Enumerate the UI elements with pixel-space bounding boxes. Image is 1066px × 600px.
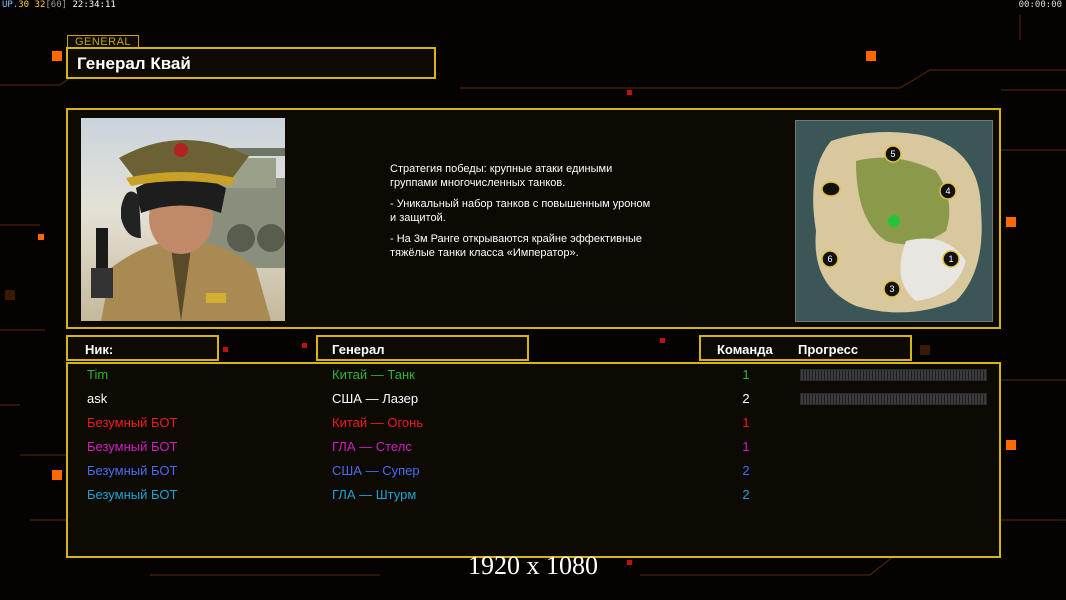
spawn-label: 5 bbox=[890, 149, 895, 159]
player-general[interactable]: США — Супер bbox=[332, 463, 420, 478]
player-nick: Безумный БОТ bbox=[87, 415, 178, 430]
spawn-label: 3 bbox=[889, 284, 894, 294]
spawn-label: 1 bbox=[948, 254, 953, 264]
player-team[interactable]: 1 bbox=[738, 367, 754, 382]
player-team[interactable]: 1 bbox=[738, 439, 754, 454]
player-row[interactable]: Tim Китай — Танк 1 bbox=[68, 364, 999, 388]
player-general[interactable]: ГЛА — Стелс bbox=[332, 439, 412, 454]
spawn-label: 4 bbox=[945, 186, 950, 196]
resolution-label: 1920 x 1080 bbox=[468, 551, 598, 580]
progress-bar bbox=[800, 369, 987, 381]
player-row[interactable]: ask США — Лазер 2 bbox=[68, 388, 999, 412]
player-list: Tim Китай — Танк 1 ask США — Лазер 2 Безумный … bbox=[66, 362, 1001, 558]
general-description: Стратегия победы: крупные атаки едиными … bbox=[390, 162, 720, 267]
status-bar: UP.30 32[60] 22:34:11 00:00:00 bbox=[0, 0, 1066, 12]
description-line: - На 3м Ранге открываются крайне эффекти… bbox=[390, 233, 643, 259]
player-general[interactable]: ГЛА — Штурм bbox=[332, 487, 416, 502]
spawn-label: 6 bbox=[827, 254, 832, 264]
header-progress: Прогресс bbox=[798, 342, 859, 357]
player-general[interactable]: США — Лазер bbox=[332, 391, 418, 406]
map-preview: 5 4 6 1 3 bbox=[795, 120, 993, 322]
player-team[interactable]: 2 bbox=[738, 487, 754, 502]
header-general: Генерал bbox=[316, 335, 529, 361]
player-row[interactable]: Безумный БОТ Китай — Огонь 1 bbox=[68, 412, 999, 436]
general-title-box: Генерал Квай bbox=[66, 47, 436, 79]
match-timer: 00:00:00 bbox=[1018, 0, 1062, 10]
progress-bar bbox=[800, 393, 987, 405]
player-team[interactable]: 1 bbox=[738, 415, 754, 430]
player-nick: Безумный БОТ bbox=[87, 439, 178, 454]
player-general[interactable]: Китай — Огонь bbox=[332, 415, 423, 430]
fps-counter: UP.30 32[60] 22:34:11 bbox=[2, 0, 116, 10]
player-row[interactable]: Безумный БОТ ГЛА — Стелс 1 bbox=[68, 436, 999, 460]
player-nick: Безумный БОТ bbox=[87, 463, 178, 478]
general-name: Генерал Квай bbox=[77, 54, 191, 73]
player-nick: ask bbox=[87, 391, 108, 406]
header-team: Команда bbox=[717, 342, 773, 357]
header-nick: Ник: bbox=[66, 335, 219, 361]
header-team-progress: Команда Прогресс bbox=[699, 335, 912, 361]
player-team[interactable]: 2 bbox=[738, 463, 754, 478]
player-row[interactable]: Безумный БОТ США — Супер 2 bbox=[68, 460, 999, 484]
player-general[interactable]: Китай — Танк bbox=[332, 367, 415, 382]
general-info-panel: Стратегия победы: крупные атаки едиными … bbox=[66, 108, 1001, 329]
description-line: Стратегия победы: крупные атаки едиными … bbox=[390, 163, 613, 189]
player-row[interactable]: Безумный БОТ ГЛА — Штурм 2 bbox=[68, 484, 999, 508]
player-team[interactable]: 2 bbox=[738, 391, 754, 406]
general-portrait bbox=[81, 118, 285, 321]
player-nick: Tim bbox=[87, 367, 109, 382]
clock: 22:34:11 bbox=[72, 0, 116, 10]
description-line: - Уникальный набор танков с повышенным у… bbox=[390, 198, 651, 224]
player-nick: Безумный БОТ bbox=[87, 487, 178, 502]
